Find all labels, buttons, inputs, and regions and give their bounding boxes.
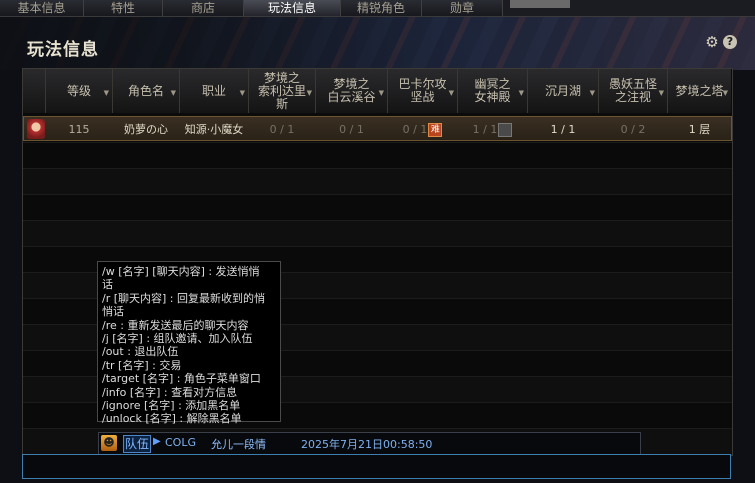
chat-timestamp: 2025年7月21日00:58:50 <box>301 438 433 451</box>
tab-traits[interactable]: 特性 <box>84 0 163 16</box>
cell-solidaris: 0 / 1 <box>269 123 295 136</box>
header-job[interactable]: 职业 ▼ <box>180 69 249 113</box>
tab-gameplay-info[interactable]: 玩法信息 <box>244 0 341 16</box>
cell-goddess: 1 / 1 <box>458 117 527 142</box>
header-sunken-moon-lake[interactable]: 沉月湖 ▼ <box>528 69 599 113</box>
cell-job: 知源·小魔女 <box>184 123 244 136</box>
top-tab-bar: 基本信息 特性 商店 玩法信息 精锐角色 勋章 <box>0 0 755 17</box>
header-label: 巴卡尔攻 坚战 <box>398 77 447 104</box>
help-icon[interactable]: ? <box>723 35 737 49</box>
tooltip-line: /target [名字] : 角色子菜单窗口 <box>102 372 261 386</box>
header-label: 梦境之塔 <box>675 83 724 98</box>
empty-row <box>23 220 732 246</box>
header-level[interactable]: 等级 ▼ <box>46 69 113 113</box>
empty-row <box>23 168 732 194</box>
sort-arrow-icon: ▼ <box>722 89 728 97</box>
sort-arrow-icon: ▼ <box>239 89 245 97</box>
sort-arrow-icon: ▼ <box>518 89 524 97</box>
tooltip-line: /ignore [名字] : 添加黑名单 <box>102 399 241 413</box>
tab-basic-info[interactable]: 基本信息 <box>0 0 84 16</box>
tooltip-line: /tr [名字] : 交易 <box>102 358 182 372</box>
chat-input[interactable] <box>22 454 731 479</box>
header-label: 梦境之 索利达里 斯 <box>257 70 306 111</box>
hard-mode-badge: 难 <box>428 123 443 137</box>
chat-message-prefix: COLG <box>165 436 196 449</box>
tooltip-line: /re : 重新发送最后的聊天内容 <box>102 318 249 332</box>
tooltip-line: /j [名字] : 组队邀请、加入队伍 <box>102 332 253 346</box>
chat-command-tooltip: /w [名字] [聊天内容] : 发送悄悄 话 /r [聊天内容] : 回复最新… <box>97 261 281 426</box>
cell-bakal-value: 0 / 1 <box>402 123 428 136</box>
cell-dream-tower: 1 层 <box>688 123 711 136</box>
cell-goddess-value: 1 / 1 <box>472 123 498 136</box>
tooltip-line: /unlock [名字] : 解除黑名单 <box>102 412 242 426</box>
header-solidaris[interactable]: 梦境之 索利达里 斯 ▼ <box>249 69 316 113</box>
chat-emoji-icon[interactable]: ☻ <box>101 435 117 451</box>
tooltip-line: /info [名字] : 查看对方信息 <box>102 385 238 399</box>
sort-arrow-icon: ▼ <box>306 89 312 97</box>
sort-arrow-icon: ▼ <box>170 89 176 97</box>
header-blank <box>23 69 46 113</box>
tooltip-line: 话 <box>102 278 113 292</box>
character-avatar <box>27 119 45 139</box>
header-label: 愚妖五怪 之注视 <box>608 77 657 104</box>
cell-name: 奶萝の心 <box>124 123 168 136</box>
channel-arrow-icon: ▶ <box>153 436 161 447</box>
header-dream-tower[interactable]: 梦境之塔 ▼ <box>668 69 731 113</box>
tab-medals[interactable]: 勋章 <box>422 0 503 16</box>
cell-bakal: 0 / 1难 <box>388 117 457 142</box>
gear-icon[interactable]: ⚙ <box>705 35 719 50</box>
header-label: 等级 <box>66 83 91 98</box>
sort-arrow-icon: ▼ <box>658 89 664 97</box>
header-goddess-temple[interactable]: 幽冥之 女神殿 ▼ <box>458 69 528 113</box>
tooltip-line: /r [聊天内容] : 回复最新收到的悄 <box>102 291 266 305</box>
header-label: 角色名 <box>127 83 164 98</box>
chat-message-text: 允儿一段情 <box>211 438 266 451</box>
tooltip-line: 悄话 <box>102 305 124 319</box>
tooltip-line: /out : 退出队伍 <box>102 345 179 359</box>
cell-white-cloud: 0 / 1 <box>339 123 364 136</box>
cell-level: 115 <box>68 123 90 136</box>
header-label: 职业 <box>201 83 226 98</box>
tooltip-line: /w [名字] [聊天内容] : 发送悄悄 <box>102 265 260 278</box>
header-character-name[interactable]: 角色名 ▼ <box>113 69 180 113</box>
chat-channel-selector[interactable]: 队伍 <box>123 435 152 453</box>
empty-row <box>23 194 732 220</box>
header-label: 梦境之 白云溪谷 <box>327 77 376 104</box>
tab-shop[interactable]: 商店 <box>163 0 244 16</box>
cell-moon-lake: 1 / 1 <box>550 123 576 136</box>
chat-message-bar: ☻ 队伍 ▶ COLG 允儿一段情 2025年7月21日00:58:50 <box>98 432 641 456</box>
header-white-cloud-valley[interactable]: 梦境之 白云溪谷 ▼ <box>316 69 388 113</box>
table-row[interactable]: 115 奶萝の心 知源·小魔女 0 / 1 0 / 1 0 / 1难 1 / 1… <box>23 116 732 141</box>
cell-five-demons: 0 / 2 <box>620 123 646 136</box>
header-bakal-raid[interactable]: 巴卡尔攻 坚战 ▼ <box>388 69 458 113</box>
page-title: 玩法信息 <box>27 40 99 60</box>
partial-tab-fragment <box>510 0 570 8</box>
header-label: 幽冥之 女神殿 <box>474 77 511 104</box>
tab-elite-characters[interactable]: 精锐角色 <box>341 0 422 16</box>
sort-arrow-icon: ▼ <box>378 89 384 97</box>
empty-row <box>23 142 732 168</box>
sort-arrow-icon: ▼ <box>448 89 454 97</box>
sort-arrow-icon: ▼ <box>589 89 595 97</box>
header-five-demons-gaze[interactable]: 愚妖五怪 之注视 ▼ <box>599 69 668 113</box>
header-label: 沉月湖 <box>544 83 581 98</box>
mode-badge-icon <box>498 123 513 137</box>
sort-arrow-icon: ▼ <box>103 89 109 97</box>
